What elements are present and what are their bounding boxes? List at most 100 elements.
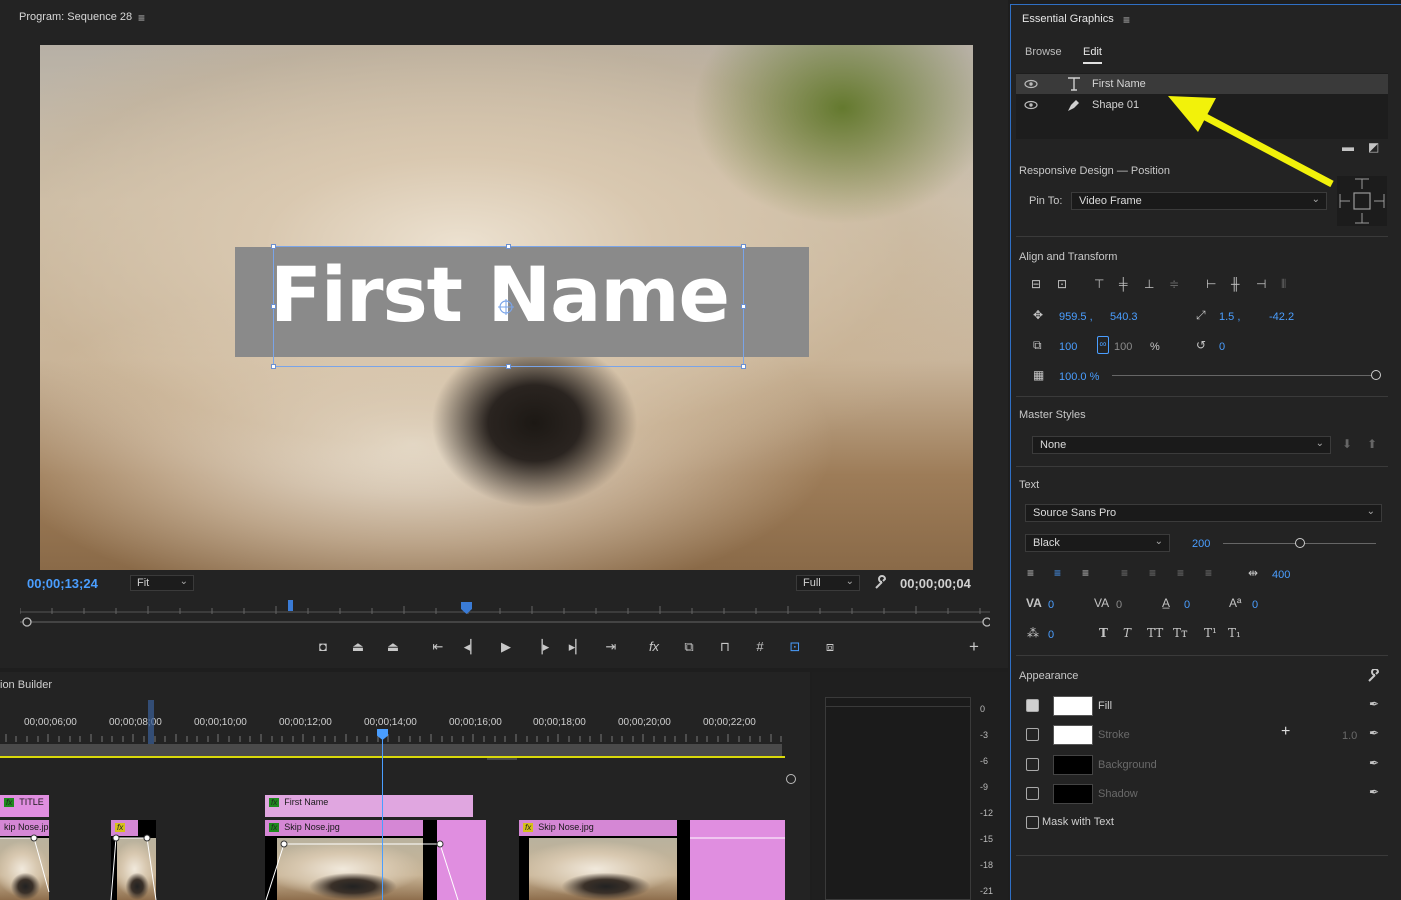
wrench-icon[interactable] [1367, 669, 1381, 683]
tracking-value[interactable]: 400 [1272, 569, 1290, 581]
new-group-folder-icon[interactable]: ▬ [1342, 140, 1354, 154]
fill-checkbox[interactable] [1026, 699, 1039, 712]
justify-right-icon[interactable]: ≡ [1177, 566, 1184, 580]
align-center-icon[interactable]: ╫ [1231, 277, 1240, 291]
toggle-proxies-icon[interactable]: ⧈ [819, 636, 841, 658]
superscript-icon[interactable]: T¹ [1204, 626, 1217, 640]
justify-center-icon[interactable]: ≡ [1149, 566, 1156, 580]
tsume-spacing-value[interactable]: 0 [1048, 629, 1054, 641]
align-text-left-icon[interactable]: ≡ [1027, 566, 1034, 580]
kerning-value[interactable]: 0 [1048, 599, 1054, 611]
transform-handle[interactable] [741, 364, 746, 369]
tab-edit[interactable]: Edit [1083, 46, 1102, 64]
background-color-swatch[interactable] [1053, 755, 1093, 775]
wrench-icon[interactable] [873, 575, 889, 591]
title-clip[interactable]: fx TITLE [0, 795, 49, 817]
monitor-time-ruler[interactable] [20, 600, 990, 630]
playhead-line[interactable] [382, 734, 383, 900]
font-size-slider-thumb[interactable] [1295, 538, 1305, 548]
comparison-icon[interactable]: ⊓ [714, 636, 736, 658]
program-monitor-title[interactable]: Program: Sequence 28 [19, 11, 132, 23]
safe-margins-icon[interactable]: # [749, 636, 771, 658]
eyedropper-icon[interactable]: ✒ [1369, 756, 1379, 770]
align-text-right-icon[interactable]: ≡ [1082, 566, 1089, 580]
scroll-circle-icon[interactable] [786, 774, 796, 784]
add-button-icon[interactable]: + [963, 636, 985, 658]
eyedropper-icon[interactable]: ✒ [1369, 726, 1379, 740]
align-horizontal-center-icon[interactable]: ⊡ [1057, 277, 1067, 291]
go-to-out-icon[interactable]: ⇥ [600, 636, 622, 658]
previous-edit-marker[interactable] [148, 700, 154, 744]
align-middle-icon[interactable]: ╪ [1119, 277, 1128, 291]
opacity-value[interactable]: 100.0 % [1059, 371, 1099, 383]
step-forward-frame-icon[interactable]: ▸▏ [566, 636, 588, 658]
anchor-x-value[interactable]: 1.5 , [1219, 311, 1240, 323]
font-size-value[interactable]: 200 [1192, 538, 1210, 550]
pin-to-dropdown[interactable]: Video Frame ⌄ [1071, 192, 1327, 210]
align-left-icon[interactable]: ⊢ [1206, 277, 1216, 291]
tsume-value[interactable]: 0 [1116, 599, 1122, 611]
align-right-icon[interactable]: ⊣ [1256, 277, 1266, 291]
baseline-shift-value[interactable]: 0 [1252, 599, 1258, 611]
align-bottom-icon[interactable]: ⊥ [1144, 277, 1154, 291]
pin-edges-widget-icon[interactable] [1337, 176, 1387, 226]
stroke-width-value[interactable]: 1.0 [1342, 730, 1357, 742]
position-x-value[interactable]: 959.5 , [1059, 311, 1093, 323]
opacity-slider-thumb[interactable] [1371, 370, 1381, 380]
transform-handle[interactable] [506, 364, 511, 369]
faux-italic-icon[interactable]: T [1123, 626, 1131, 640]
align-text-center-icon[interactable]: ≡ [1054, 566, 1061, 580]
transform-handle[interactable] [271, 304, 276, 309]
eyedropper-icon[interactable]: ✒ [1369, 785, 1379, 799]
background-checkbox[interactable] [1026, 758, 1039, 771]
panel-menu-icon[interactable]: ≡ [1123, 13, 1130, 27]
distribute-horizontal-icon[interactable]: ⦀ [1281, 277, 1286, 292]
multicam-icon[interactable]: ⧉ [678, 636, 700, 658]
opacity-slider-track[interactable] [1112, 375, 1377, 376]
distribute-vertical-icon[interactable]: ≑ [1169, 277, 1179, 291]
lift-icon[interactable]: ⏏ [347, 636, 369, 658]
timeline-title[interactable]: ion Builder [0, 679, 52, 691]
leading-value[interactable]: 0 [1184, 599, 1190, 611]
font-style-dropdown[interactable]: Black ⌄ [1025, 534, 1170, 552]
shadow-color-swatch[interactable] [1053, 784, 1093, 804]
video-preview[interactable]: First Name [40, 45, 973, 570]
panel-menu-icon[interactable]: ≡ [138, 11, 145, 25]
align-vertical-center-icon[interactable]: ⊟ [1031, 277, 1041, 291]
scale-height-value[interactable]: 100 [1114, 341, 1132, 353]
stroke-checkbox[interactable] [1026, 728, 1039, 741]
transform-handle[interactable] [741, 304, 746, 309]
new-layer-icon[interactable]: ◩ [1368, 140, 1379, 154]
anchor-y-value[interactable]: -42.2 [1269, 311, 1294, 323]
keyframe-lines[interactable] [0, 832, 790, 900]
eye-icon[interactable] [1024, 98, 1038, 112]
work-area-bar[interactable] [0, 744, 782, 756]
push-style-up-icon[interactable]: ⬆ [1367, 437, 1377, 451]
justify-all-icon[interactable]: ≡ [1205, 566, 1212, 580]
small-caps-icon[interactable]: Tт [1173, 626, 1188, 640]
font-family-dropdown[interactable]: Source Sans Pro ⌄ [1025, 504, 1382, 522]
transform-handle[interactable] [506, 244, 511, 249]
timeline-ruler[interactable] [0, 730, 785, 742]
subscript-icon[interactable]: T₁ [1228, 626, 1241, 640]
tab-browse[interactable]: Browse [1025, 46, 1062, 58]
export-frame-icon[interactable]: ◘ [312, 636, 334, 658]
rotation-value[interactable]: 0 [1219, 341, 1225, 353]
play-icon[interactable]: ▶ [495, 636, 517, 658]
all-caps-icon[interactable]: TT [1147, 626, 1163, 640]
extract-icon[interactable]: ⏏ [382, 636, 404, 658]
step-forward-icon[interactable]: ▕▸ [530, 636, 552, 658]
panel-title[interactable]: Essential Graphics [1022, 13, 1114, 25]
transform-handle[interactable] [271, 364, 276, 369]
add-stroke-icon[interactable]: + [1281, 723, 1290, 741]
push-style-down-icon[interactable]: ⬇ [1342, 437, 1352, 451]
link-scale-icon[interactable]: ∞ [1097, 336, 1109, 354]
fit-dropdown[interactable]: Fit ⌄ [130, 575, 194, 591]
anchor-point-icon[interactable] [498, 299, 514, 315]
step-back-icon[interactable]: ◂▏ [461, 636, 483, 658]
faux-bold-icon[interactable]: T [1099, 626, 1108, 640]
current-timecode[interactable]: 00;00;13;24 [27, 576, 98, 591]
first-name-clip[interactable]: fx First Name [265, 795, 473, 817]
fill-color-swatch[interactable] [1053, 696, 1093, 716]
vr-video-icon[interactable]: ⊡ [784, 636, 806, 658]
